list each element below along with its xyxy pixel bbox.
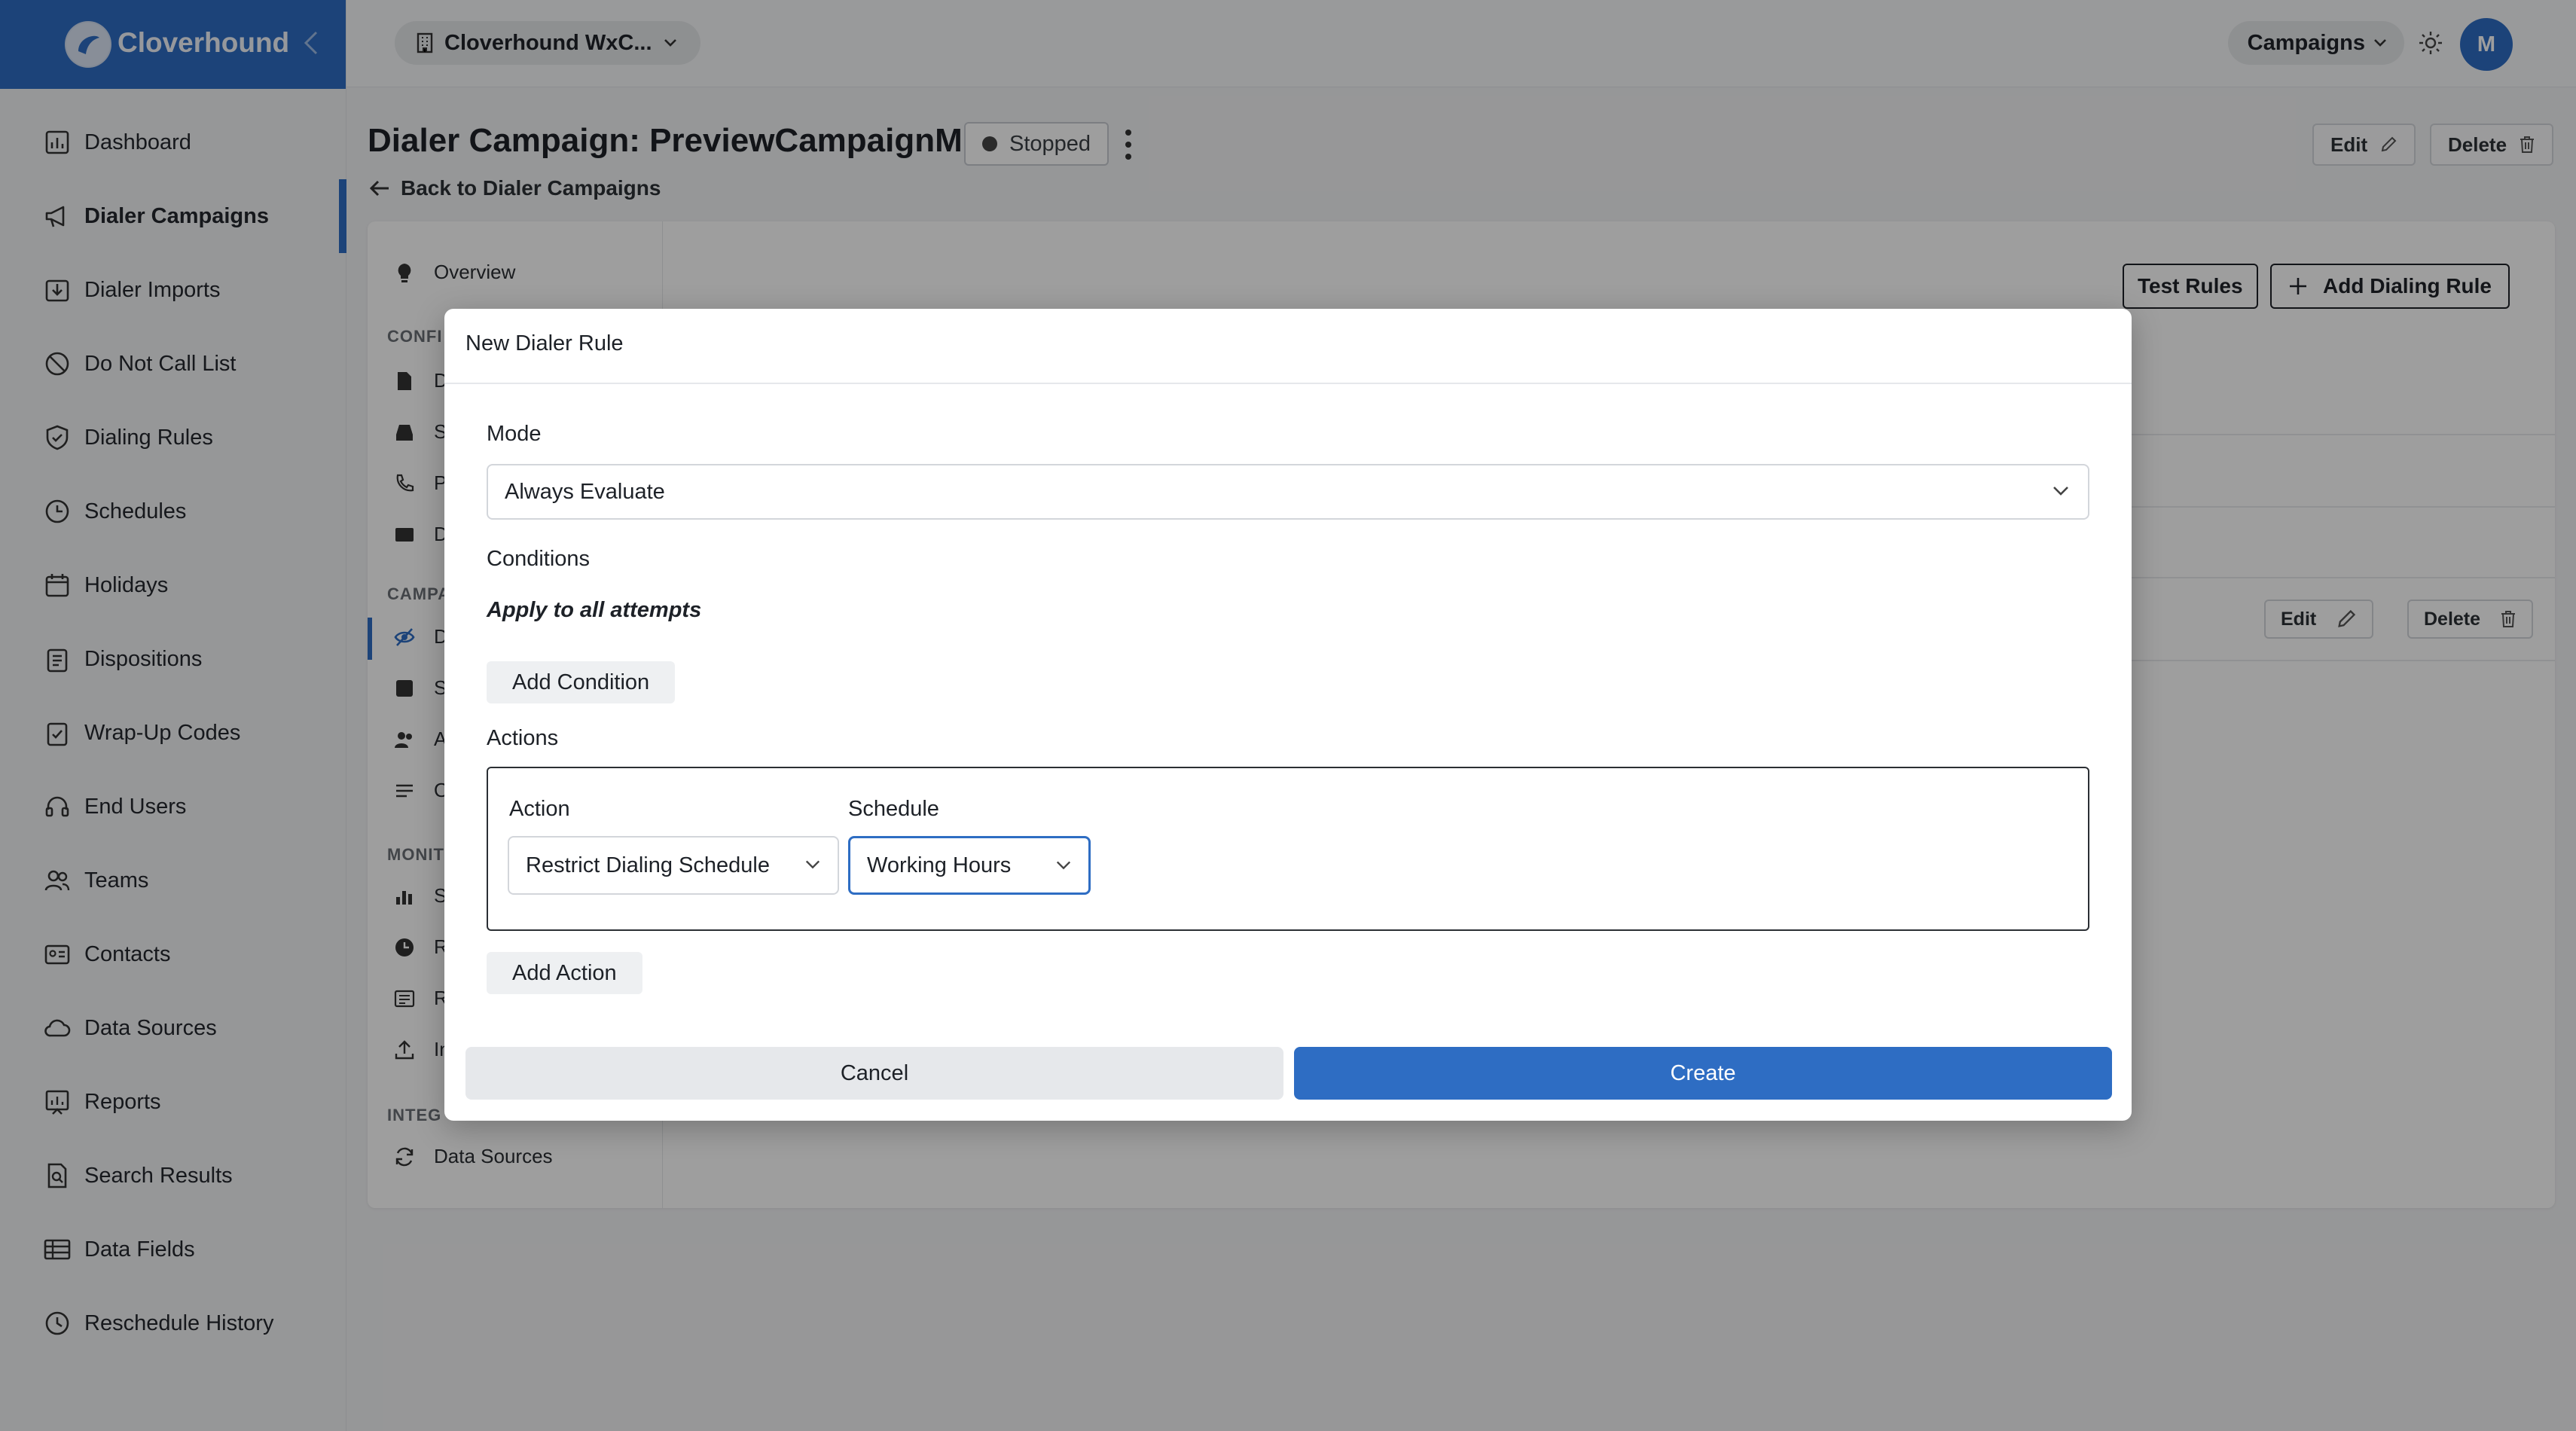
add-action-button[interactable]: Add Action <box>487 952 642 994</box>
add-condition-button[interactable]: Add Condition <box>487 661 676 703</box>
modal-divider <box>444 383 2132 384</box>
mode-select[interactable]: Always Evaluate <box>487 464 2089 520</box>
action-value: Restrict Dialing Schedule <box>526 853 770 877</box>
new-dialer-rule-modal: New Dialer Rule Mode Always Evaluate Con… <box>444 309 2132 1121</box>
actions-label: Actions <box>487 726 559 750</box>
chevron-down-icon <box>805 860 820 869</box>
mode-value: Always Evaluate <box>505 479 665 504</box>
chevron-down-icon <box>1056 861 1071 870</box>
chevron-down-icon <box>2053 487 2068 496</box>
schedule-select[interactable]: Working Hours <box>848 836 1091 895</box>
apply-all-attempts-text: Apply to all attempts <box>487 598 702 622</box>
cancel-button[interactable]: Cancel <box>465 1047 1283 1100</box>
action-label: Action <box>509 797 570 821</box>
action-row: Action Restrict Dialing Schedule Schedul… <box>487 767 2089 931</box>
conditions-label: Conditions <box>487 547 591 571</box>
create-button[interactable]: Create <box>1294 1047 2112 1100</box>
schedule-value: Working Hours <box>867 853 1012 877</box>
modal-title: New Dialer Rule <box>465 331 624 355</box>
action-select[interactable]: Restrict Dialing Schedule <box>508 836 839 895</box>
mode-label: Mode <box>487 422 542 446</box>
schedule-label: Schedule <box>848 797 939 821</box>
